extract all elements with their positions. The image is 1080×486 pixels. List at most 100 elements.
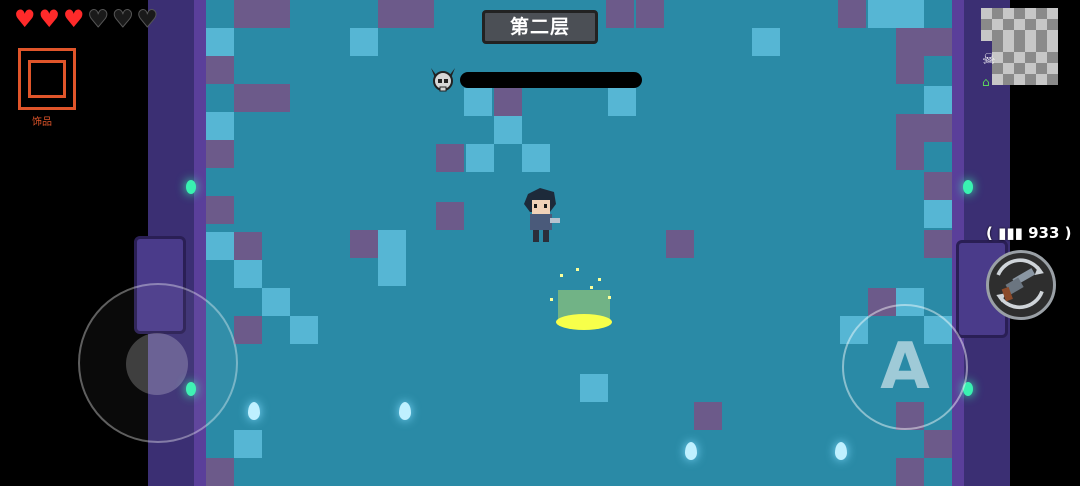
minimap-cell <box>1003 19 1014 30</box>
floor-tile <box>752 28 780 56</box>
minimap-cell <box>1047 41 1058 52</box>
floor-tile <box>234 84 262 112</box>
minimap-cell <box>1025 52 1036 63</box>
floor-tile <box>378 0 406 28</box>
floor-tile <box>206 232 234 260</box>
floor-tile <box>464 88 492 116</box>
minimap-cell <box>981 8 992 19</box>
floor-tile <box>234 316 262 344</box>
blue-wisp <box>248 402 260 420</box>
heart-icon: ♥ <box>38 5 61 33</box>
minimap-cell <box>1047 8 1058 19</box>
minimap-cell <box>1036 74 1047 85</box>
floor-tile <box>206 112 234 140</box>
floor-tile <box>924 114 952 142</box>
floor-tile <box>262 0 290 28</box>
floor-tile <box>234 232 262 260</box>
floor-tile <box>924 200 952 228</box>
floor-tile <box>234 260 262 288</box>
minimap-cell <box>1003 30 1014 41</box>
minimap-cell <box>1025 19 1036 30</box>
ammo-counter: ( ▮▮▮ 933 ) <box>986 224 1072 242</box>
skull-icon: ☠ <box>982 50 996 68</box>
floor-tile <box>494 88 522 116</box>
floor-tile <box>924 86 952 114</box>
horned-skull-icon <box>431 68 455 92</box>
heart-empty-icon: ♥ <box>87 5 110 33</box>
minimap-cell <box>1025 30 1036 41</box>
floor-tile <box>206 56 234 84</box>
floor-tile <box>896 56 924 84</box>
minimap-cell <box>1025 8 1036 19</box>
bullets-icon: ▮▮▮ <box>998 224 1023 242</box>
joystick-knob[interactable] <box>126 333 188 395</box>
floor-tile <box>234 430 262 458</box>
ammo-count: 933 <box>1028 224 1060 242</box>
blue-wisp <box>835 442 847 460</box>
accessory-label: 饰品 <box>32 117 52 128</box>
minimap-cell <box>981 30 992 41</box>
minimap-cell <box>1003 52 1014 63</box>
floor-tile <box>406 0 434 28</box>
minimap-cell <box>1047 63 1058 74</box>
minimap-cell <box>1036 8 1047 19</box>
floor-tile <box>350 28 378 56</box>
minimap-cell <box>1025 63 1036 74</box>
home-icon: ⌂ <box>982 75 990 89</box>
floor-tile <box>896 114 924 142</box>
minimap-cell <box>1036 52 1047 63</box>
floor-tile <box>896 0 924 28</box>
revolver-icon <box>996 258 1044 310</box>
minimap-cell <box>1014 30 1025 41</box>
minimap-cell <box>992 8 1003 19</box>
minimap-cell <box>992 30 1003 41</box>
torch <box>186 180 196 194</box>
floor-tile <box>206 140 234 168</box>
minimap-cell <box>1036 19 1047 30</box>
floor-tile <box>262 84 290 112</box>
heart-icon: ♥ <box>14 5 36 33</box>
minimap-cell <box>1025 41 1036 52</box>
minimap-cell <box>1047 19 1058 30</box>
minimap-cell <box>1014 19 1025 30</box>
floor-tile <box>636 0 664 28</box>
minimap-cell <box>1003 41 1014 52</box>
floor-tile <box>868 0 896 28</box>
minimap-cell <box>1014 8 1025 19</box>
floor-tile <box>378 258 406 286</box>
floor-tile <box>924 28 952 56</box>
minimap-cell <box>1036 63 1047 74</box>
minimap-cell <box>1014 52 1025 63</box>
minimap-cell <box>992 19 1003 30</box>
floor-tile <box>234 0 262 28</box>
floor-tile <box>436 144 464 172</box>
torch <box>963 180 973 194</box>
minimap-cell <box>1036 41 1047 52</box>
floor-tile <box>608 88 636 116</box>
floor-tile <box>522 144 550 172</box>
minimap-cell <box>1047 30 1058 41</box>
health-hearts: ♥ ♥ ♥ ♥ ♥ ♥ <box>14 5 159 33</box>
minimap-cell <box>1014 74 1025 85</box>
floor-tile <box>290 316 318 344</box>
floor-tile <box>924 230 952 258</box>
weapon-swap-button[interactable] <box>986 250 1056 320</box>
heart-empty-icon: ♥ <box>112 5 134 33</box>
floor-tile <box>466 144 494 172</box>
floor-tile <box>206 196 234 224</box>
floor-tile <box>580 374 608 402</box>
floor-tile <box>896 458 924 486</box>
minimap-cell <box>1047 74 1058 85</box>
minimap-cell <box>1025 74 1036 85</box>
blue-wisp <box>399 402 411 420</box>
floor-tile <box>924 430 952 458</box>
attack-button[interactable]: A <box>842 304 968 430</box>
floor-tile <box>494 116 522 144</box>
accessory-slot[interactable] <box>18 48 76 110</box>
player-character <box>524 188 560 242</box>
level-portal[interactable] <box>546 268 622 338</box>
minimap-cell <box>1014 63 1025 74</box>
floor-tile <box>206 28 234 56</box>
minimap-cell <box>1003 74 1014 85</box>
game-screen: ♥ ♥ ♥ ♥ ♥ ♥ 饰品 第二层 ☠ ⌂ (▮▮▮ 933) A <box>0 0 1080 486</box>
